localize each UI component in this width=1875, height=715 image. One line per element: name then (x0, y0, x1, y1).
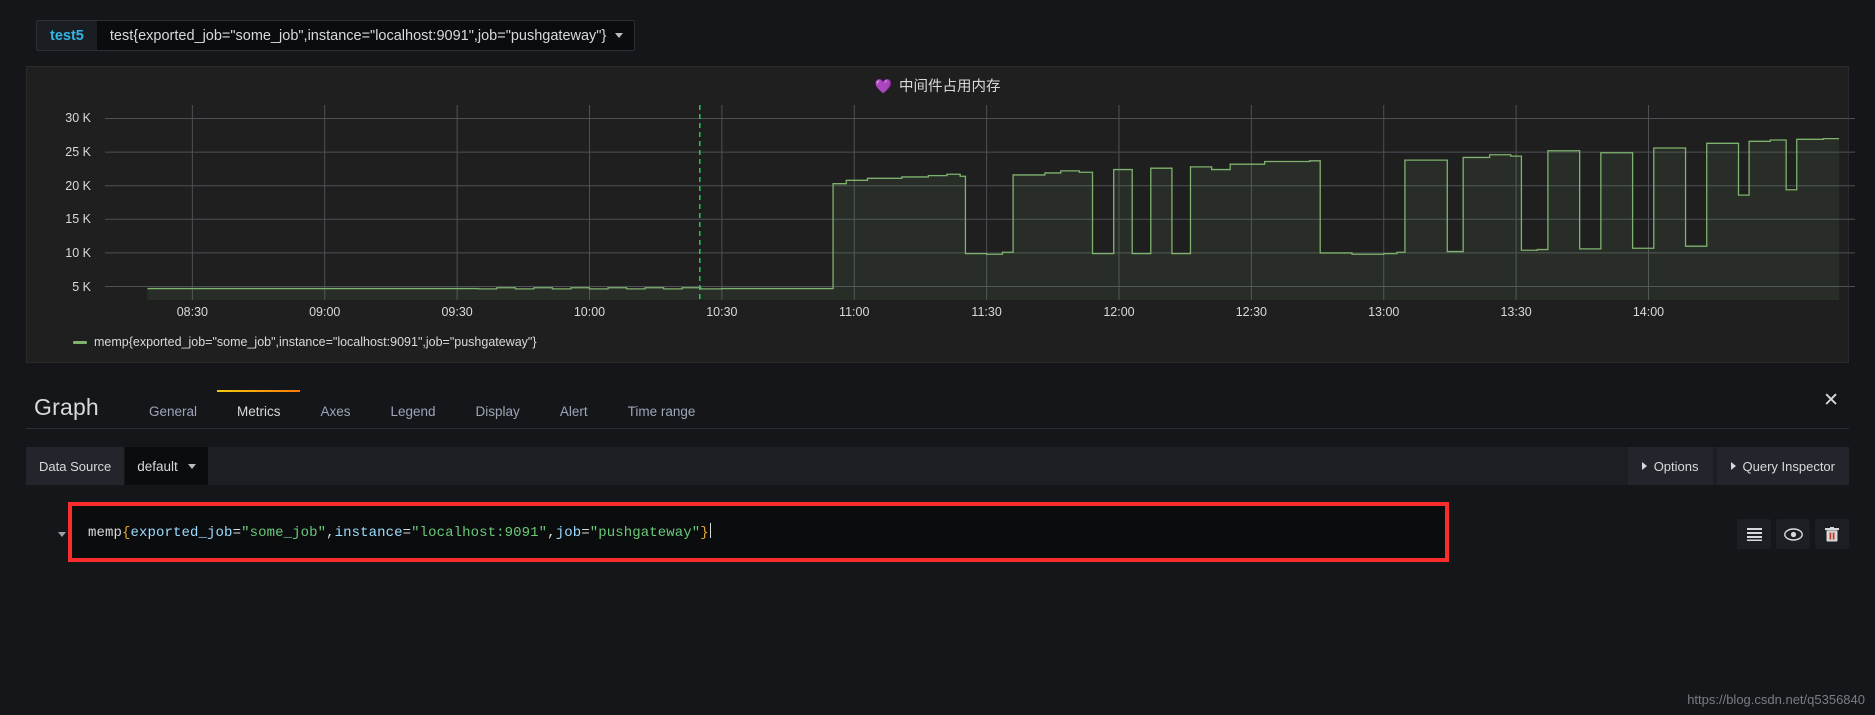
query-a-actions (1737, 513, 1849, 555)
chevron-down-icon (615, 33, 624, 38)
trash-icon[interactable] (1815, 519, 1849, 549)
query-pill-expression[interactable]: test{exported_job="some_job",instance="l… (96, 21, 616, 50)
query-token-op: , (547, 525, 556, 541)
x-axis-tick-label: 11:30 (971, 305, 1002, 319)
query-token-brace: } (700, 525, 709, 541)
eye-icon[interactable] (1776, 519, 1810, 549)
panel-title-text: 中间件占用内存 (898, 79, 1001, 95)
query-token-str: "pushgateway" (589, 525, 701, 541)
datasource-row: Data Source default Options Query Inspec… (26, 447, 1849, 485)
query-token-label: job (555, 525, 582, 541)
query-token-str: "some_job" (241, 525, 327, 541)
query-row-a: A memp{exported_job="some_job",instance=… (48, 502, 1849, 562)
tab-label: Time range (627, 403, 696, 419)
query-token-brace: { (122, 525, 131, 541)
x-axis-tick-label: 10:00 (573, 305, 606, 319)
query-token-label: exported_job (130, 525, 233, 541)
chart-legend[interactable]: memp{exported_job="some_job",instance="l… (73, 335, 537, 349)
graph-panel: 💜 中间件占用内存 30 K 25 K 20 K 15 K 10 K 5 K 08:30 0… (26, 66, 1849, 363)
top-query-bar: test5 test{exported_job="some_job",insta… (0, 0, 1875, 55)
query-inspector-button[interactable]: Query Inspector (1716, 447, 1849, 485)
chart-canvas (105, 105, 1855, 309)
heart-icon: 💜 (874, 77, 892, 94)
legend-series-label[interactable]: memp{exported_job="some_job",instance="l… (94, 335, 537, 349)
tab-label: Metrics (236, 403, 281, 419)
x-axis-tick-label: 14:00 (1632, 305, 1665, 319)
panel-title: 💜 中间件占用内存 (27, 75, 1848, 96)
x-axis-tick-label: 12:00 (1103, 305, 1135, 319)
x-axis-tick-label: 09:30 (441, 305, 473, 319)
chart-plot-area[interactable] (105, 105, 1855, 309)
chevron-right-icon (1641, 462, 1647, 470)
datasource-label: Data Source (26, 447, 126, 485)
tab-label: Legend (390, 403, 436, 419)
list-icon[interactable] (1737, 519, 1771, 549)
x-axis-tick-label: 13:00 (1368, 305, 1400, 319)
text-cursor (709, 523, 711, 538)
tab-time-range[interactable]: Time range (608, 403, 716, 429)
chevron-down-icon (57, 531, 66, 537)
watermark-text: https://blog.csdn.net/q5356840 (1687, 692, 1865, 707)
options-toggle-label: Options (1653, 458, 1699, 474)
chevron-down-icon (187, 463, 196, 469)
x-axis-tick-label: 13:30 (1500, 305, 1532, 319)
editor-title: Graph (34, 394, 99, 420)
tab-legend[interactable]: Legend (370, 403, 455, 429)
tab-label: Display (475, 403, 520, 419)
tab-alert[interactable]: Alert (540, 403, 608, 429)
query-a-expression-text[interactable]: memp{exported_job="some_job",instance="l… (72, 523, 711, 541)
query-inspector-label: Query Inspector (1742, 458, 1836, 474)
y-axis-tick-label: 25 K (65, 145, 91, 160)
query-token-op: = (232, 525, 242, 541)
y-axis-tick-label: 30 K (65, 111, 91, 126)
x-axis-tick-label: 09:00 (309, 305, 341, 319)
chart-svg (105, 105, 1855, 309)
query-token-op: = (581, 525, 590, 541)
x-axis-tick-label: 08:30 (176, 305, 208, 319)
x-axis-tick-label: 10:30 (706, 305, 738, 319)
x-axis-labels: 08:30 09:00 09:30 10:00 10:30 11:00 11:30 12:00… (105, 305, 1855, 325)
query-token-metric: memp (88, 525, 123, 541)
query-token-op: , (326, 525, 335, 541)
tab-general[interactable]: General (129, 403, 217, 429)
tab-metrics[interactable]: Metrics (216, 389, 301, 429)
tab-label: Axes (320, 403, 351, 419)
query-token-op: = (402, 525, 412, 541)
tab-label: Alert (559, 403, 588, 419)
y-axis-tick-label: 15 K (65, 212, 91, 227)
query-token-label: instance (334, 525, 403, 541)
options-toggle-button[interactable]: Options (1627, 447, 1713, 485)
y-axis-labels: 30 K 25 K 20 K 15 K 10 K 5 K (27, 105, 99, 300)
tab-label: General (148, 403, 197, 419)
x-axis-tick-label: 12:30 (1235, 305, 1267, 319)
y-axis-tick-label: 5 K (72, 279, 91, 294)
editor-tabs: General Metrics Axes Legend Display Alert Time… (129, 389, 716, 429)
tab-display[interactable]: Display (456, 403, 540, 429)
panel-editor: Graph General Metrics Axes Legend Display Ale… (0, 385, 1875, 670)
tab-axes[interactable]: Axes (300, 403, 370, 429)
query-pill-tag[interactable]: test5 (37, 21, 97, 50)
query-a-expression-field[interactable]: memp{exported_job="some_job",instance="l… (68, 502, 1449, 562)
legend-color-swatch (73, 340, 87, 344)
query-token-str: "localhost:9091" (411, 525, 548, 541)
query-pill-dropdown[interactable] (615, 21, 635, 50)
editor-tab-bar: Graph General Metrics Axes Legend Display Ale… (26, 385, 1849, 429)
close-icon[interactable]: ✕ (1823, 391, 1839, 410)
x-axis-tick-label: 11:00 (839, 305, 870, 319)
y-axis-tick-label: 10 K (65, 245, 91, 260)
chevron-right-icon (1730, 462, 1736, 470)
y-axis-tick-label: 20 K (65, 178, 91, 193)
datasource-select-value: default (137, 458, 178, 474)
query-pill[interactable]: test5 test{exported_job="some_job",insta… (36, 20, 636, 51)
datasource-select[interactable]: default (125, 447, 208, 485)
